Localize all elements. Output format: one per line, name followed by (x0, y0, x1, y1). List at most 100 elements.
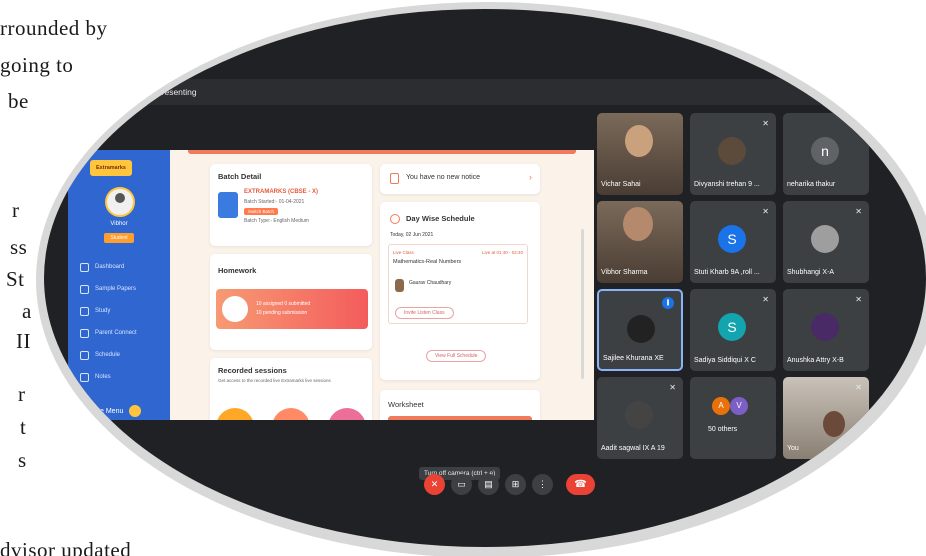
page-text-line: s (18, 448, 27, 472)
homework-pending: 10 pending submission (256, 310, 308, 316)
participant-tile[interactable]: Vichar Sahai (597, 113, 683, 195)
avatar: S (718, 225, 746, 253)
mic-off-button[interactable]: ✕ (424, 474, 445, 495)
sidebar-item-study[interactable]: Study (80, 300, 137, 322)
arrow-left-icon (129, 405, 142, 417)
notice-icon (390, 173, 399, 184)
clock-icon (390, 214, 400, 224)
notice-text: You have no new notice (406, 174, 481, 181)
join-class-button[interactable]: Invite Listen Class (395, 307, 454, 319)
avatar (625, 401, 653, 429)
participant-tile[interactable]: ✕ Aadit sagwal IX A 19 (597, 377, 683, 459)
participant-tile[interactable]: ✕ S Sadiya Siddiqui X C (690, 289, 776, 371)
page-text-line: be (8, 89, 29, 113)
participant-name: You (787, 445, 799, 452)
participant-tile[interactable]: ✕ n neharika thakur (783, 113, 869, 195)
shared-screen: Extramarks Vibhor Student Dashboard Samp… (68, 150, 594, 420)
dashboard-icon (80, 262, 89, 272)
homework-card: Homework 10 assigned 0 submitted 10 pend… (210, 254, 372, 350)
sidebar-item-schedule[interactable]: Schedule (80, 344, 137, 366)
participant-tile[interactable]: A V 50 others (690, 377, 776, 459)
sidebar-item-label: Schedule (95, 352, 121, 358)
batch-type: Batch Type:- English Medium (244, 218, 309, 224)
sidebar-item-dashboard[interactable]: Dashboard (80, 256, 137, 278)
participant-tile[interactable]: ✕ You (783, 377, 869, 459)
participant-tile[interactable]: Vibhor Sharma (597, 201, 683, 283)
day-schedule-card: Day Wise Schedule Today, 02 Jun 2021 Liv… (380, 202, 540, 380)
notes-icon (80, 372, 89, 382)
book-icon (80, 306, 89, 316)
page-text-line: a (22, 299, 32, 323)
participant-name: Aadit sagwal IX A 19 (601, 445, 665, 452)
worksheet-banner (388, 416, 532, 420)
participant-video (823, 411, 845, 437)
avatar (105, 187, 135, 217)
student-name: Vibhor (110, 221, 128, 227)
participant-tile[interactable]: ❚ Sajilee Khurana XE (597, 289, 683, 371)
participant-name: Shubhangi X-A (787, 269, 835, 276)
sidebar-item-label: Parent Connect (95, 330, 137, 336)
people-icon (80, 328, 89, 338)
live-label: Live Class (393, 250, 414, 255)
mic-off-icon: ✕ (855, 207, 862, 216)
session-thumbnail[interactable] (216, 408, 254, 420)
brand-logo: Extramarks (90, 160, 132, 176)
class-subject: Mathematics-Real Numbers (393, 259, 462, 265)
more-options-button[interactable]: ⋮ (532, 474, 553, 495)
page-text-line: t (20, 415, 27, 439)
participant-name: Divyanshi trehan 9 ... (694, 181, 760, 188)
schedule-date: Today, 02 Jun 2021 (390, 232, 434, 238)
sidebar-item-label: Dashboard (95, 264, 125, 270)
mic-off-icon: ✕ (762, 207, 769, 216)
mic-off-icon: ✕ (762, 295, 769, 304)
participant-tile[interactable]: ✕ S Stuti Kharb 9A ,roll ... (690, 201, 776, 283)
captions-button[interactable]: ▤ (478, 474, 499, 495)
presenting-bar: Vichar Sahai is presenting (44, 79, 926, 105)
avatar: V (730, 397, 748, 415)
info-icon[interactable]: i (814, 490, 826, 502)
session-thumbnail[interactable] (272, 408, 310, 420)
app-sidebar: Extramarks Vibhor Student Dashboard Samp… (68, 150, 170, 420)
meeting-code: -eoa-qsco-cwh (156, 493, 209, 502)
participant-video (625, 125, 653, 157)
batch-name: EXTRAMARKS (CBSE - X) (244, 189, 319, 195)
sidebar-item-label: Sample Papers (95, 286, 137, 292)
notice-card[interactable]: You have no new notice › (380, 164, 540, 194)
mic-off-icon: ✕ (855, 119, 862, 128)
participant-name: neharika thakur (787, 181, 836, 188)
present-button[interactable]: ⊞ (505, 474, 526, 495)
participant-name: Sadiya Siddiqui X C (694, 357, 756, 364)
participant-tile[interactable]: ✕ Anushka Attry X-B (783, 289, 869, 371)
sidebar-item-sample-papers[interactable]: Sample Papers (80, 278, 137, 300)
scrollbar[interactable] (581, 229, 584, 379)
close-menu-button[interactable]: Close Menu (86, 405, 142, 417)
avatar (627, 315, 655, 343)
end-call-button[interactable]: ☎ (566, 474, 595, 495)
homework-illustration (222, 296, 248, 322)
participant-name: Stuti Kharb 9A ,roll ... (694, 269, 760, 276)
people-indicator[interactable]: 62 PM (844, 481, 853, 493)
recorded-subtitle: Get access to the recorded live Extramar… (218, 378, 331, 383)
day-schedule-title: Day Wise Schedule (406, 214, 475, 223)
speaking-icon: ❚ (662, 297, 674, 309)
live-time: Live at 01:40 - 02:40 (481, 250, 523, 255)
mic-off-icon: ✕ (762, 119, 769, 128)
schedule-entry: Live Class Live at 01:40 - 02:40 Mathema… (388, 244, 528, 324)
camera-button[interactable]: ▭ (451, 474, 472, 495)
batch-detail-card: Batch Detail EXTRAMARKS (CBSE - X) Batch… (210, 164, 372, 246)
sidebar-item-parent-connect[interactable]: Parent Connect (80, 322, 137, 344)
page-text-line: St (6, 267, 25, 291)
participant-tile[interactable]: ✕ Shubhangi X-A (783, 201, 869, 283)
participant-name: Sajilee Khurana XE (603, 355, 664, 362)
view-full-schedule-button[interactable]: View Full Schedule (426, 350, 487, 362)
avatar: A (712, 397, 730, 415)
switch-batch-button[interactable]: Switch Batch (244, 208, 279, 215)
sidebar-item-label: Notes (95, 374, 111, 380)
worksheet-title: Worksheet (388, 400, 424, 409)
homework-banner[interactable]: 10 assigned 0 submitted 10 pending submi… (216, 289, 368, 329)
sidebar-item-notes[interactable]: Notes (80, 366, 137, 388)
page-text-line: dvisor updated (0, 538, 132, 556)
page-text-line: II (16, 329, 31, 353)
participant-tile[interactable]: ✕ Divyanshi trehan 9 ... (690, 113, 776, 195)
session-thumbnail[interactable] (328, 408, 366, 420)
